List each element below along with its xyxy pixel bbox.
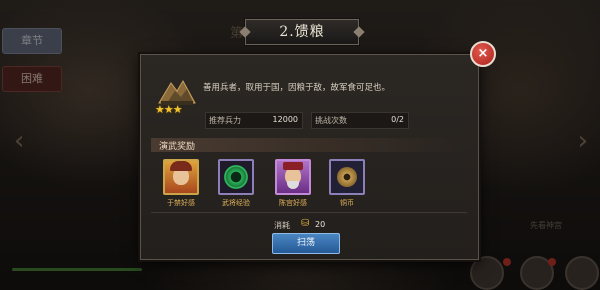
reward-item[interactable]: 铜币 [327,159,367,208]
reward-item[interactable]: 陈宫好感 [273,159,313,208]
divider [151,212,467,213]
challenge-count-box: 挑战次数 0/2 [311,112,409,129]
stage-description: 善用兵者，取用于国，因粮于敌，故军食可足也。 [203,83,391,93]
sweep-button[interactable]: 扫荡 [272,233,340,254]
recommended-power-value: 12000 [272,115,298,124]
cost-label: 消耗 [274,221,290,230]
reward-name: 于禁好感 [167,199,195,207]
rewards-header-label: 演武奖励 [159,142,196,152]
recommended-power-box: 推荐兵力 12000 [205,112,303,129]
stage-title: 2.馈粮 [245,19,359,45]
close-icon[interactable]: × [470,41,496,67]
reward-name: 陈宫好感 [279,199,307,207]
rewards-header: 演武奖励 [151,138,467,152]
reward-item[interactable]: 于禁好感 [161,159,201,208]
reward-name: 武将经验 [222,199,250,207]
hero-portrait-chengong-icon [275,159,311,195]
stage-dialog: ★★★ 善用兵者，取用于国，因粮于敌，故军食可足也。 推荐兵力 12000 挑战… [140,54,479,260]
cost-value: 20 [315,220,326,229]
reward-item[interactable]: 武将经验 [216,159,256,208]
jade-disc-icon [218,159,254,195]
copper-coin-icon [329,159,365,195]
gold-ingot-icon: ⛁ [301,218,310,229]
star-rating: ★★★ [155,103,183,116]
challenge-count-label: 挑战次数 [315,116,347,125]
hero-portrait-yujin-icon [163,159,199,195]
recommended-power-label: 推荐兵力 [209,116,241,125]
reward-name: 铜币 [340,199,354,207]
challenge-count-value: 0/2 [391,115,404,124]
